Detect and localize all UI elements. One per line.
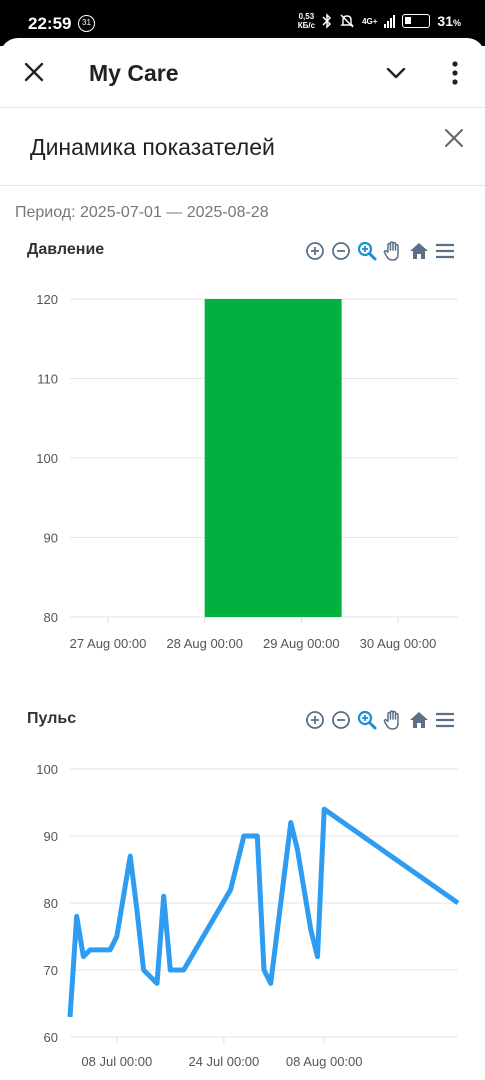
pulse-y-tick-label: 100 — [36, 762, 58, 777]
pulse-x-tick-label: 24 Jul 00:00 — [188, 1054, 259, 1069]
pulse-chart: Пульс 60 70 80 90 100 08 Jul 00:00 24 Jul 00:0… — [0, 0, 485, 1080]
pulse-plot: 60 70 80 90 100 08 Jul 00:00 24 Jul 00:00 08 Au… — [36, 762, 460, 1069]
pulse-series-line — [67, 806, 460, 1018]
pulse-x-tick-label: 08 Jul 00:00 — [81, 1054, 152, 1069]
pulse-y-tick-label: 60 — [44, 1030, 58, 1045]
pulse-y-tick-label: 70 — [44, 963, 58, 978]
pulse-y-tick-label: 80 — [44, 896, 58, 911]
pulse-x-tick-label: 08 Aug 00:00 — [286, 1054, 363, 1069]
pulse-y-tick-label: 90 — [44, 829, 58, 844]
